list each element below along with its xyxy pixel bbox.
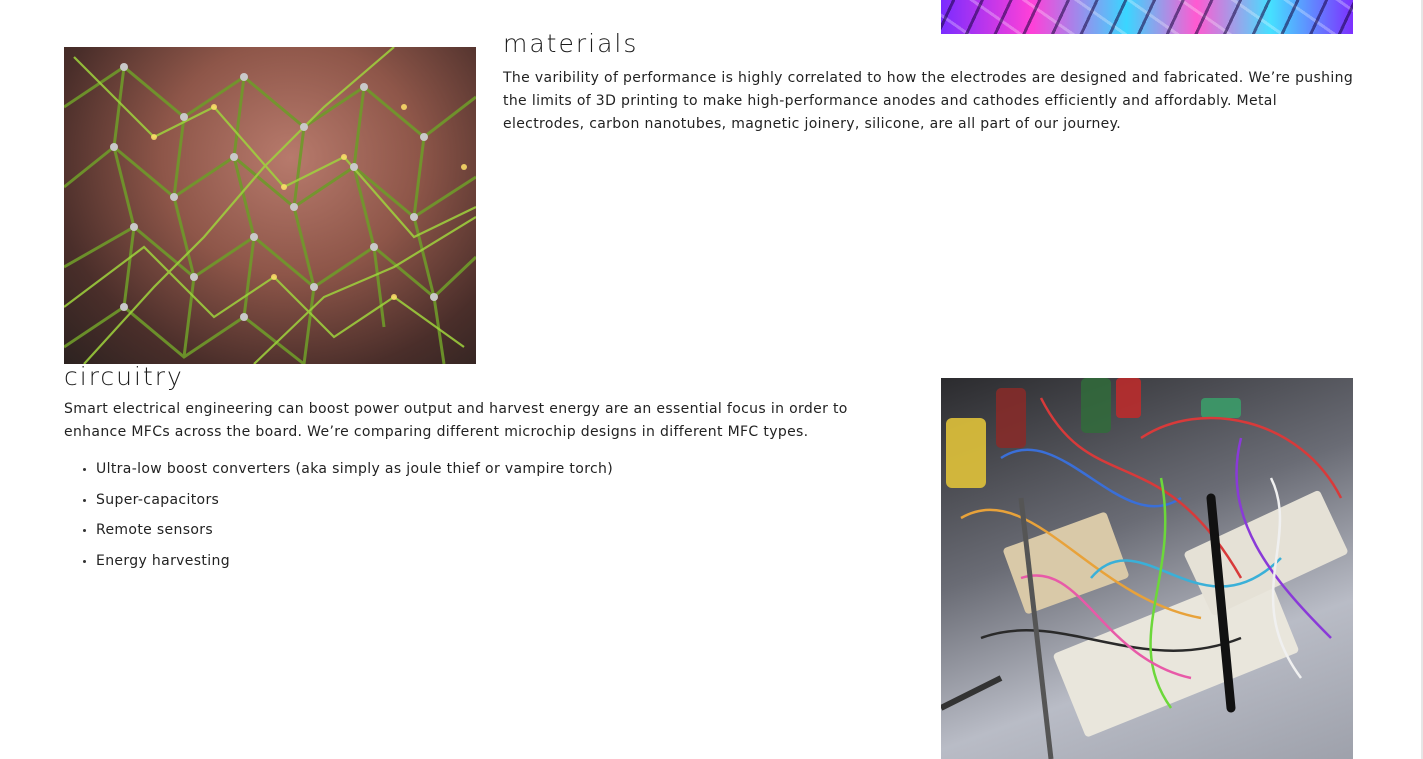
breadboard-circuit-image xyxy=(941,378,1353,759)
circuitry-paragraph: Smart electrical engineering can boost p… xyxy=(64,401,848,440)
bacteria-micrograph-image xyxy=(941,0,1353,34)
circuitry-heading: circuitry xyxy=(64,362,184,391)
materials-heading: materials xyxy=(503,29,639,58)
list-item: Energy harvesting xyxy=(80,548,613,579)
list-item: Remote sensors xyxy=(80,517,613,548)
list-item: Ultra-low boost converters (aka simply a… xyxy=(80,456,613,487)
materials-paragraph: The varibility of performance is highly … xyxy=(503,70,1354,132)
molecular-lattice-image xyxy=(64,47,476,364)
circuitry-topic-list: Ultra-low boost converters (aka simply a… xyxy=(80,456,613,578)
list-item: Super-capacitors xyxy=(80,487,613,518)
